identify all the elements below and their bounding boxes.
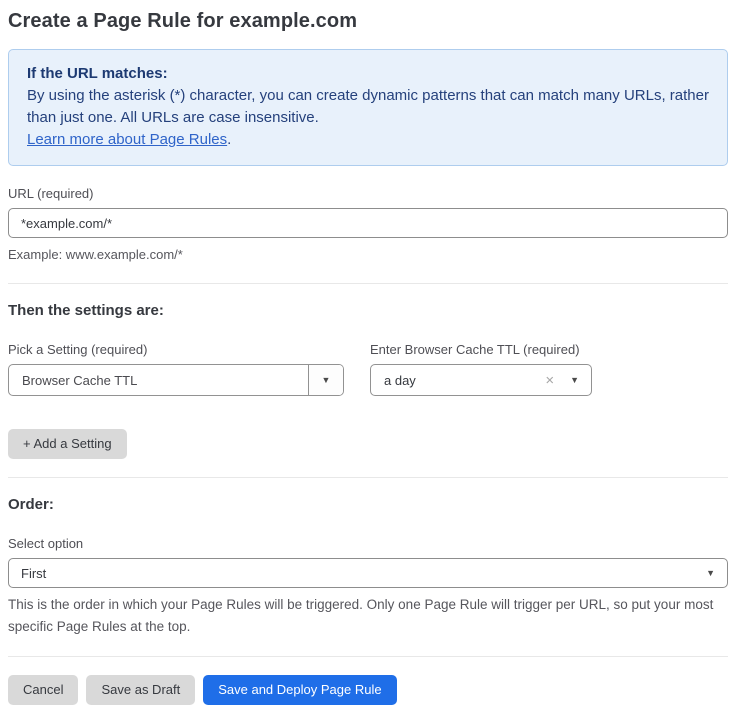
action-button-row: Cancel Save as Draft Save and Deploy Pag… [8,675,728,705]
info-box-heading: If the URL matches: [27,63,709,85]
url-match-info-box: If the URL matches: By using the asteris… [8,49,728,166]
ttl-picker-label: Enter Browser Cache TTL (required) [370,342,592,357]
setting-picker-arrow-box[interactable]: ▼ [308,365,343,395]
chevron-down-icon: ▼ [706,569,715,578]
setting-picker-select[interactable]: Browser Cache TTL ▼ [8,364,344,396]
settings-row: Pick a Setting (required) Browser Cache … [8,342,728,396]
divider [8,656,728,657]
info-box-link-line: Learn more about Page Rules. [27,129,709,151]
order-helper-text: This is the order in which your Page Rul… [8,594,728,638]
divider [8,477,728,478]
chevron-down-icon: ▼ [322,376,331,385]
order-select-value: First [21,566,46,581]
divider [8,283,728,284]
ttl-picker-value: a day [384,373,545,388]
setting-picker-value: Browser Cache TTL [9,365,308,395]
save-as-draft-button[interactable]: Save as Draft [86,675,195,705]
setting-picker-label: Pick a Setting (required) [8,342,344,357]
info-box-body: By using the asterisk (*) character, you… [27,85,709,129]
settings-section-heading: Then the settings are: [8,302,728,319]
cancel-button[interactable]: Cancel [8,675,78,705]
order-select-label: Select option [8,536,728,551]
save-and-deploy-button[interactable]: Save and Deploy Page Rule [203,675,396,705]
clear-icon[interactable]: × [545,373,554,388]
order-section-heading: Order: [8,496,728,513]
url-example-helper: Example: www.example.com/* [8,245,728,265]
learn-more-link[interactable]: Learn more about Page Rules [27,131,227,148]
page-title: Create a Page Rule for example.com [8,10,728,33]
ttl-picker-select[interactable]: a day × ▼ [370,364,592,396]
setting-picker-column: Pick a Setting (required) Browser Cache … [8,342,344,396]
chevron-down-icon: ▼ [570,376,579,385]
order-select[interactable]: First ▼ [8,558,728,588]
url-field-label: URL (required) [8,186,728,201]
ttl-picker-column: Enter Browser Cache TTL (required) a day… [370,342,592,396]
add-setting-button[interactable]: + Add a Setting [8,429,127,459]
url-input[interactable] [8,208,728,238]
link-period: . [227,131,231,148]
page-rule-form: Create a Page Rule for example.com If th… [0,0,736,705]
